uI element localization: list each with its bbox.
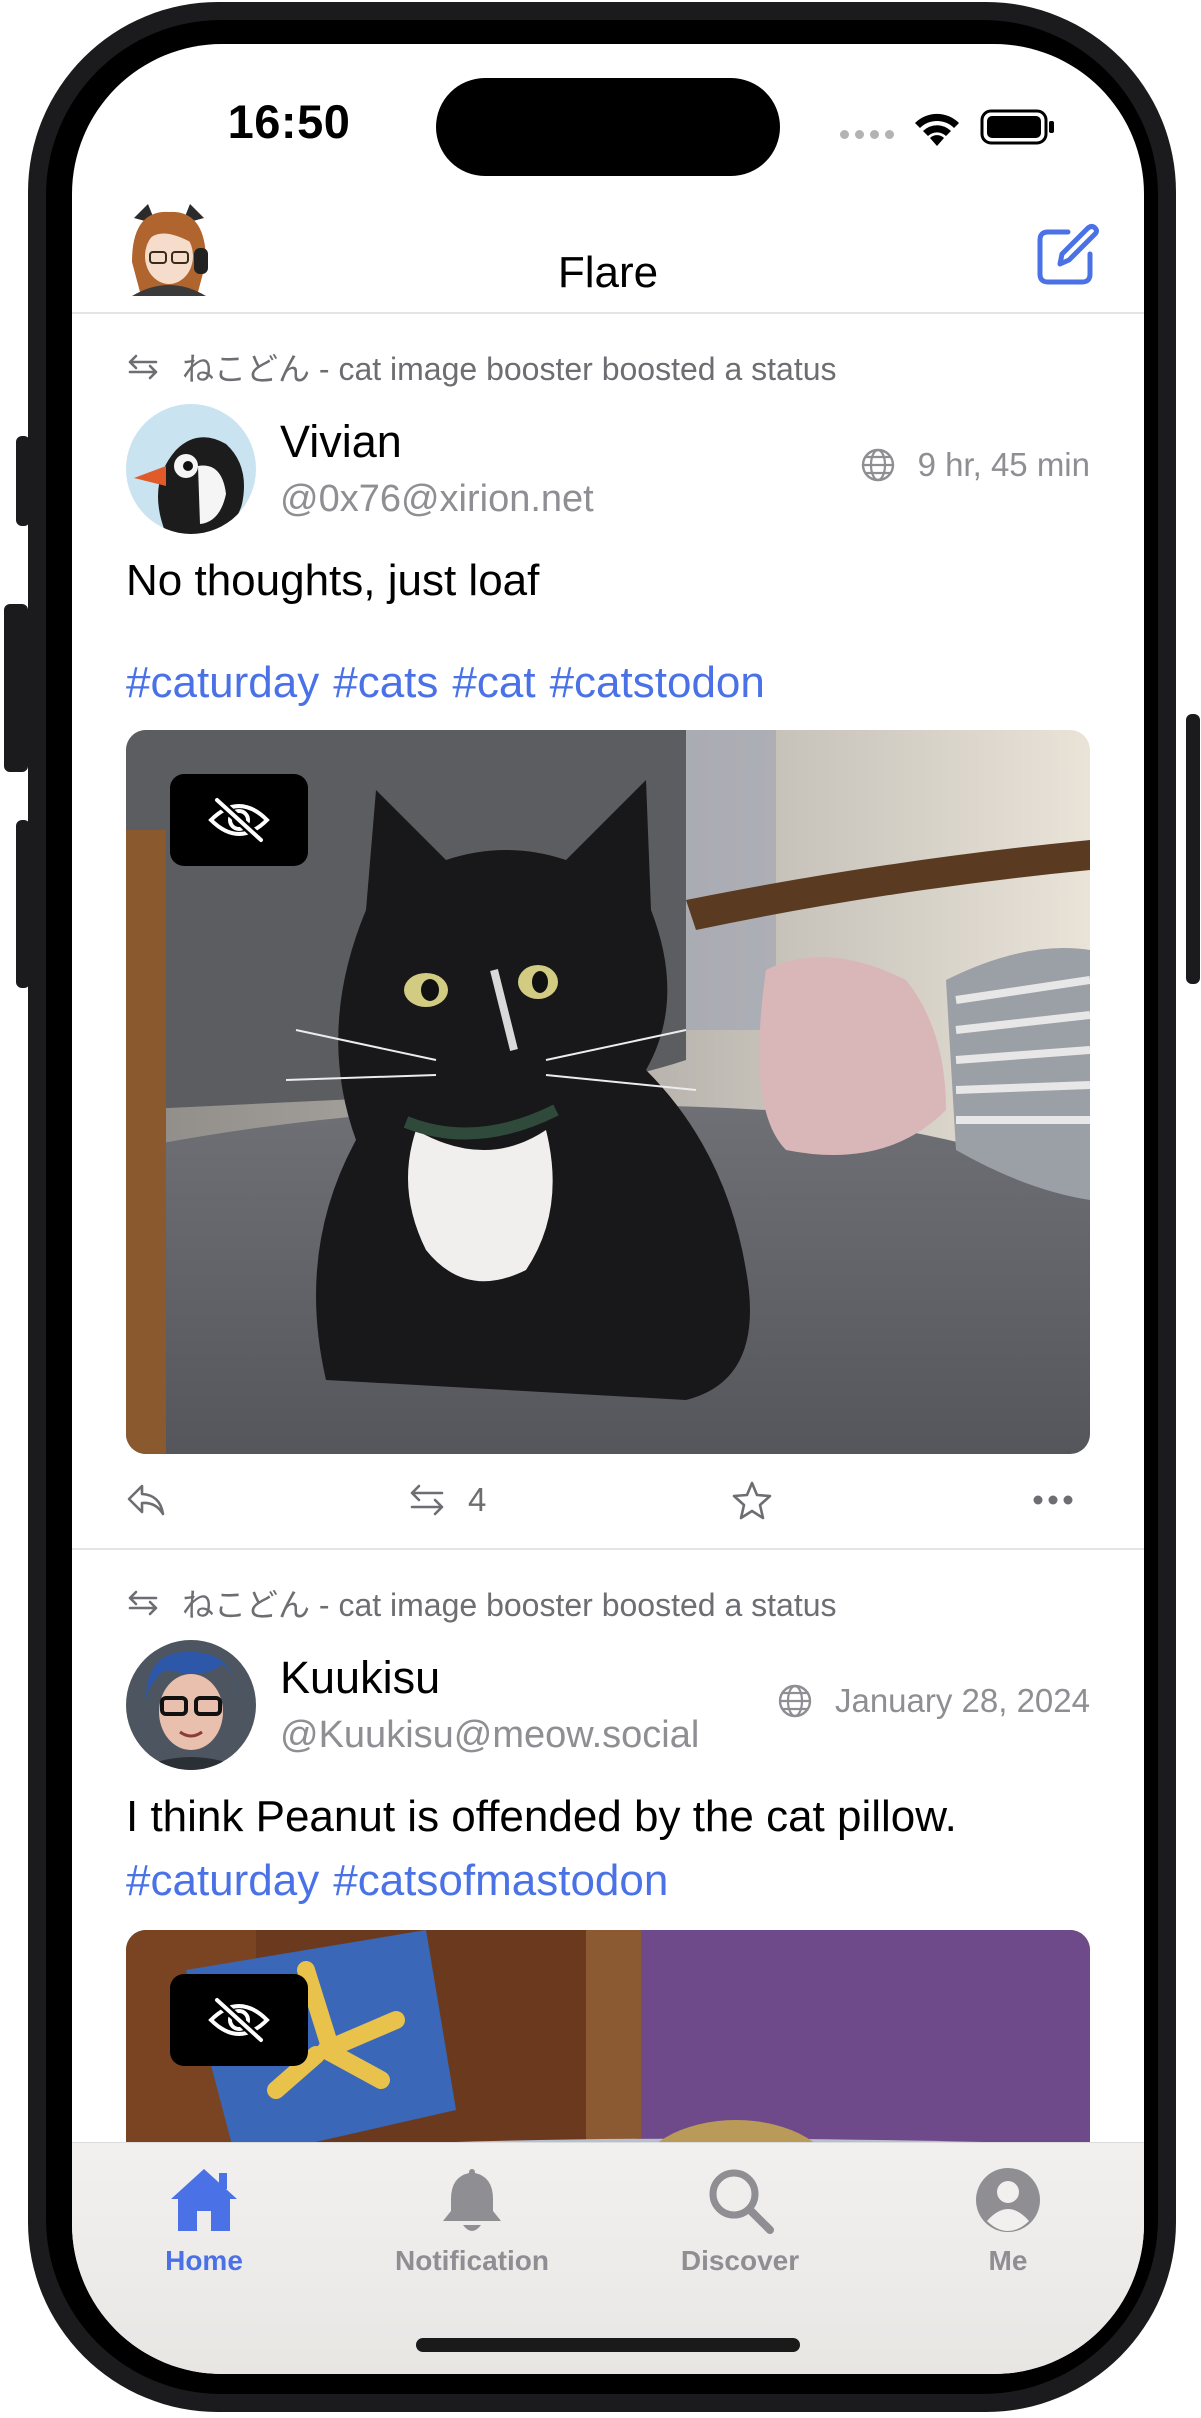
boost-icon (410, 1484, 444, 1516)
post-image[interactable] (126, 730, 1090, 1454)
house-icon (171, 2169, 237, 2231)
post-meta: 9 hr, 45 min (860, 446, 1090, 484)
hashtag-link[interactable]: #catsofmastodon (333, 1856, 668, 1906)
compose-icon (1037, 224, 1099, 285)
post-text: No thoughts, just loaf (126, 556, 540, 605)
ellipsis-icon (1033, 1495, 1073, 1505)
boost-label: ねこどん - cat image booster boosted a statu… (182, 351, 837, 387)
cellular-signal-icon (840, 130, 894, 139)
hashtag-link[interactable]: #catstodon (550, 658, 765, 708)
page-title: Flare (557, 248, 659, 297)
tab-label: Discover (680, 2245, 800, 2276)
author-name[interactable]: Kuukisu (280, 1652, 440, 1704)
person-icon (976, 2168, 1040, 2232)
boost-label: ねこどん - cat image booster boosted a statu… (182, 1587, 837, 1623)
hashtag-link[interactable]: #caturday (126, 658, 319, 708)
boost-count: 4 (468, 1481, 487, 1518)
bell-icon (443, 2169, 501, 2231)
post-timestamp: 9 hr, 45 min (917, 446, 1090, 483)
volume-down-button (16, 820, 30, 988)
globe-icon (778, 1684, 812, 1718)
tab-me[interactable]: Me (908, 2163, 1108, 2277)
hashtag-link[interactable]: #cat (452, 658, 535, 708)
boost-indicator[interactable]: ねこどん - cat image booster boosted a statu… (126, 1580, 837, 1626)
author-avatar[interactable] (126, 1640, 256, 1770)
globe-icon (861, 448, 894, 482)
post-actions: 4 (126, 1470, 1090, 1530)
action-button (16, 436, 30, 526)
favorite-button[interactable] (732, 1470, 772, 1530)
eye-slash-icon (208, 796, 270, 844)
post-hashtags: #caturday #catsofmastodon (126, 1856, 668, 1906)
tab-label: Notification (395, 2245, 549, 2276)
tab-home[interactable]: Home (104, 2163, 304, 2277)
tab-discover[interactable]: Discover (640, 2163, 840, 2277)
post-text: I think Peanut is offended by the cat pi… (126, 1792, 957, 1841)
boost-icon (128, 354, 158, 380)
hashtag-link[interactable]: #caturday (126, 1856, 319, 1906)
post-hashtags: #caturday #cats #cat #catstodon (126, 658, 765, 708)
tab-label: Home (165, 2245, 243, 2276)
dynamic-island (436, 78, 780, 176)
power-button (1186, 714, 1200, 984)
post-meta: January 28, 2024 (777, 1682, 1090, 1720)
header-divider (72, 312, 1144, 314)
star-icon (732, 1481, 772, 1520)
reply-icon (127, 1484, 165, 1516)
author-name[interactable]: Vivian (280, 416, 402, 468)
compose-button[interactable] (1034, 222, 1100, 288)
more-button[interactable] (1032, 1470, 1074, 1530)
hashtag-link[interactable]: #cats (333, 658, 438, 708)
author-handle[interactable]: @Kuukisu@meow.social (280, 1714, 699, 1757)
volume-up-button (4, 604, 28, 772)
home-indicator (416, 2338, 800, 2352)
account-avatar[interactable] (126, 200, 212, 300)
post-divider (72, 1548, 1144, 1550)
wifi-icon (915, 113, 959, 146)
screen: 16:50 Flare ねこどん - cat image booster boo… (72, 44, 1144, 2374)
hide-media-button[interactable] (170, 1974, 308, 2066)
tab-notification[interactable]: Notification (372, 2163, 572, 2277)
hide-media-button[interactable] (170, 774, 308, 866)
battery-icon (980, 109, 1054, 145)
eye-slash-icon (208, 1996, 270, 2044)
author-handle[interactable]: @0x76@xirion.net (280, 478, 594, 521)
author-avatar[interactable] (126, 404, 256, 534)
boost-indicator[interactable]: ねこどん - cat image booster boosted a statu… (126, 344, 837, 390)
reply-button[interactable] (126, 1470, 166, 1530)
status-time: 16:50 (227, 95, 351, 148)
magnifier-icon (709, 2169, 774, 2234)
boost-icon (128, 1590, 158, 1616)
boost-button[interactable]: 4 (408, 1470, 486, 1530)
post-timestamp: January 28, 2024 (834, 1682, 1090, 1719)
tab-label: Me (988, 2245, 1028, 2276)
